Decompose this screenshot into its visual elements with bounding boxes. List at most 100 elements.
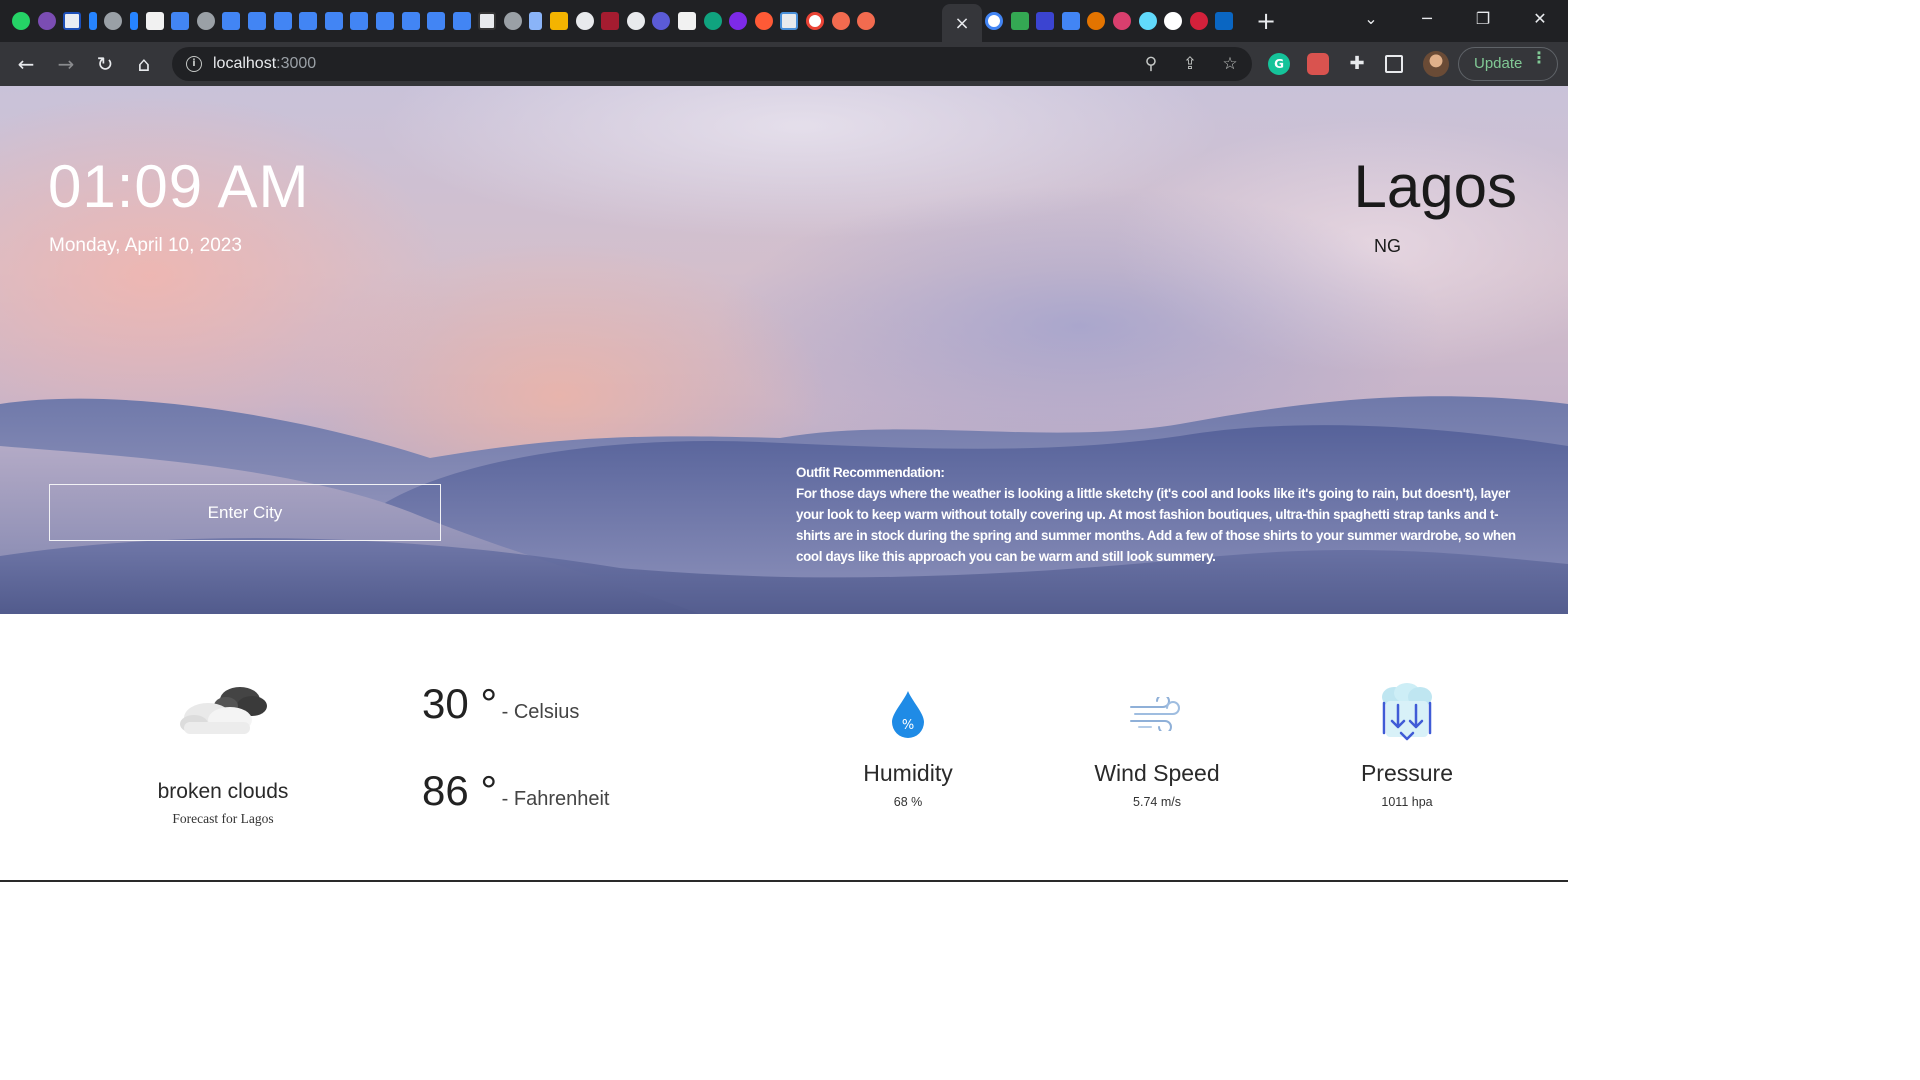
app-tab-icon[interactable] bbox=[780, 12, 799, 30]
app-tab-icon[interactable] bbox=[575, 12, 594, 30]
hero-banner: 01:09 AM Monday, April 10, 2023 Lagos NG… bbox=[0, 86, 1568, 614]
app-tab-icon[interactable] bbox=[37, 12, 56, 30]
jira-tab-icon[interactable] bbox=[129, 12, 138, 30]
extensions-puzzle-icon[interactable]: ✚ bbox=[1346, 53, 1368, 75]
app-tab-icon[interactable] bbox=[754, 12, 773, 30]
fahrenheit-value: 86 ° bbox=[422, 767, 498, 814]
app-tab-icon[interactable] bbox=[63, 12, 82, 30]
wind-icon bbox=[1057, 682, 1257, 746]
google-tab-icon[interactable] bbox=[985, 12, 1003, 30]
docs-tab-icon[interactable] bbox=[273, 12, 292, 30]
humidity-label: Humidity bbox=[863, 760, 953, 786]
extension-icon[interactable] bbox=[1307, 53, 1329, 75]
news-tab-icon[interactable] bbox=[145, 12, 164, 30]
linkedin-tab-icon[interactable] bbox=[1215, 12, 1234, 30]
globe-tab-icon[interactable] bbox=[503, 12, 522, 30]
humidity-value: 68 % bbox=[893, 795, 923, 809]
docs-tab-icon[interactable] bbox=[324, 12, 343, 30]
city-search-input[interactable] bbox=[49, 484, 441, 541]
docs-tab-icon[interactable] bbox=[427, 12, 446, 30]
bookmark-star-icon[interactable]: ☆ bbox=[1219, 53, 1241, 75]
url-host: localhost bbox=[213, 55, 277, 72]
app-tab-icon[interactable] bbox=[478, 12, 497, 30]
app-tab-icon[interactable] bbox=[1036, 12, 1055, 30]
pinned-tabs bbox=[12, 10, 883, 32]
docs-tab-icon[interactable] bbox=[171, 12, 190, 30]
app-tab-icon[interactable] bbox=[1189, 12, 1208, 30]
docs-tab-icon[interactable] bbox=[401, 12, 420, 30]
active-tab[interactable]: × bbox=[942, 4, 982, 42]
url-text[interactable]: localhost:3000 bbox=[213, 55, 316, 73]
profile-avatar[interactable] bbox=[1423, 51, 1449, 77]
file-tab-icon[interactable] bbox=[529, 12, 543, 30]
tab-strip: × + ⌄ ─ ❐ ✕ bbox=[0, 0, 1568, 42]
app-tab-icon[interactable] bbox=[1087, 12, 1106, 30]
app-tab-icon[interactable] bbox=[729, 12, 748, 30]
react-tab-icon[interactable] bbox=[1138, 12, 1157, 30]
github-tab-icon[interactable] bbox=[1164, 12, 1183, 30]
globe-tab-icon[interactable] bbox=[196, 12, 215, 30]
side-panel-icon[interactable] bbox=[1385, 55, 1403, 73]
address-bar[interactable]: i localhost:3000 ⚲ ⇪ ☆ bbox=[172, 47, 1252, 81]
grammarly-extension-icon[interactable]: G bbox=[1268, 53, 1290, 75]
fahrenheit-unit: - Fahrenheit bbox=[501, 788, 610, 810]
minimize-icon[interactable]: ─ bbox=[1412, 8, 1442, 32]
forecast-for-label: Forecast for Lagos bbox=[172, 811, 274, 826]
globe-tab-icon[interactable] bbox=[104, 12, 123, 30]
openai-tab-icon[interactable] bbox=[703, 12, 722, 30]
menu-dots-icon[interactable]: ⋮ bbox=[1531, 48, 1547, 67]
location-icon[interactable]: ⚲ bbox=[1140, 53, 1162, 75]
outfit-title: Outfit Recommendation: bbox=[796, 465, 945, 480]
whatsapp-tab-icon[interactable] bbox=[12, 12, 30, 30]
outfit-text: For those days where the weather is look… bbox=[796, 486, 1516, 564]
docs-tab-icon[interactable] bbox=[350, 12, 369, 30]
restore-icon[interactable]: ❐ bbox=[1468, 8, 1498, 32]
close-tab-icon[interactable]: × bbox=[954, 13, 969, 34]
docs-tab-icon[interactable] bbox=[299, 12, 318, 30]
celsius-value: 30 ° bbox=[422, 680, 498, 727]
temperature-fahrenheit: 86 ° - Fahrenheit bbox=[422, 767, 609, 815]
pressure-stat: Pressure 1011 hpa bbox=[1307, 682, 1507, 809]
docs-tab-icon[interactable] bbox=[247, 12, 266, 30]
browser-toolbar: ← → ↻ ⌂ i localhost:3000 ⚲ ⇪ ☆ G ✚ Updat… bbox=[0, 42, 1568, 86]
google-tab-icon[interactable] bbox=[806, 12, 824, 30]
app-tab-icon[interactable] bbox=[678, 12, 697, 30]
app-tab-icon[interactable] bbox=[831, 12, 850, 30]
update-button[interactable]: Update ⋮ bbox=[1458, 47, 1558, 81]
temperature-celsius: 30 ° - Celsius bbox=[422, 680, 579, 728]
forward-icon[interactable]: → bbox=[52, 50, 80, 78]
wind-speed-label: Wind Speed bbox=[1094, 760, 1220, 786]
new-tab-button[interactable]: + bbox=[1254, 8, 1278, 34]
city-name: Lagos bbox=[1353, 153, 1517, 220]
app-tab-icon[interactable] bbox=[1112, 12, 1131, 30]
weather-stats: broken clouds Forecast for Lagos 30 ° - … bbox=[0, 614, 1568, 882]
share-icon[interactable]: ⇪ bbox=[1179, 53, 1201, 75]
pressure-value: 1011 hpa bbox=[1381, 795, 1433, 809]
docs-tab-icon[interactable] bbox=[1061, 12, 1080, 30]
app-tab-icon[interactable] bbox=[857, 12, 876, 30]
reload-icon[interactable]: ↻ bbox=[91, 50, 119, 78]
wind-speed-value: 5.74 m/s bbox=[1133, 795, 1181, 809]
tab-search-icon[interactable]: ⌄ bbox=[1356, 8, 1386, 32]
jira-tab-icon[interactable] bbox=[88, 12, 97, 30]
current-date: Monday, April 10, 2023 bbox=[49, 235, 242, 256]
update-label: Update bbox=[1474, 55, 1523, 72]
pressure-label: Pressure bbox=[1360, 760, 1454, 786]
humidity-stat: % Humidity 68 % bbox=[808, 682, 1008, 809]
app-tab-icon[interactable] bbox=[626, 12, 645, 30]
url-port: :3000 bbox=[276, 55, 317, 72]
harvard-tab-icon[interactable] bbox=[601, 12, 620, 30]
pressure-icon bbox=[1307, 682, 1507, 746]
celsius-unit: - Celsius bbox=[501, 701, 580, 723]
back-icon[interactable]: ← bbox=[12, 50, 40, 78]
app-tab-icon[interactable] bbox=[550, 12, 569, 30]
app-tab-icon[interactable] bbox=[1010, 12, 1029, 30]
docs-tab-icon[interactable] bbox=[222, 12, 241, 30]
docs-tab-icon[interactable] bbox=[452, 12, 471, 30]
home-icon[interactable]: ⌂ bbox=[130, 50, 158, 78]
site-info-icon[interactable]: i bbox=[186, 56, 202, 72]
app-tab-icon[interactable] bbox=[652, 12, 671, 30]
docs-tab-icon[interactable] bbox=[375, 12, 394, 30]
water-drop-icon: % bbox=[808, 682, 1008, 746]
window-close-icon[interactable]: ✕ bbox=[1525, 8, 1555, 32]
